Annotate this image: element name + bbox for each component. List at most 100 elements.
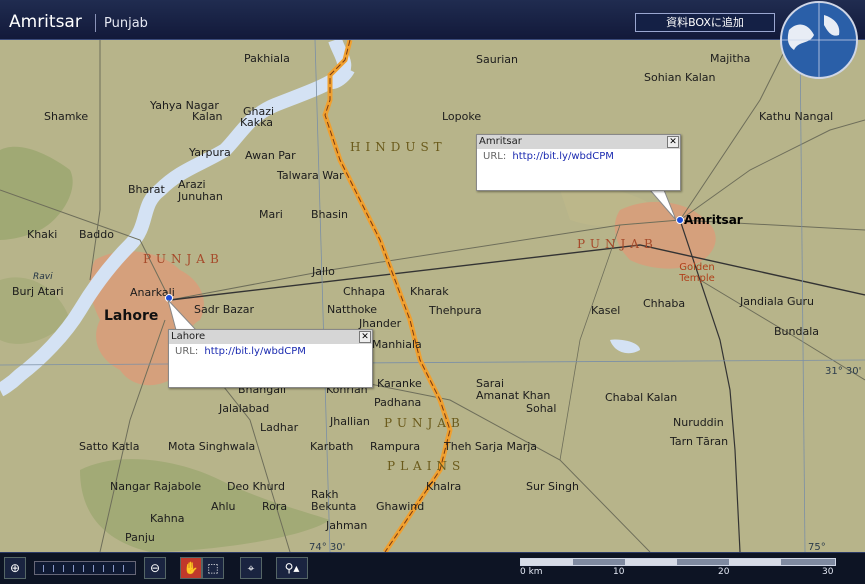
- town-label: Mari: [259, 208, 283, 221]
- hand-icon[interactable]: ✋: [180, 557, 202, 579]
- header-bar: Amritsar Punjab 資料BOXに追加: [0, 0, 865, 40]
- popup-title: Amritsar: [477, 135, 680, 149]
- town-label: Shamke: [44, 110, 89, 123]
- town-label: Panju: [125, 531, 155, 544]
- town-label: Nuruddin: [673, 416, 724, 429]
- city-label-amritsar: Amritsar: [684, 213, 743, 227]
- town-label: Junuhan: [178, 190, 223, 203]
- close-icon[interactable]: ✕: [667, 136, 679, 148]
- url-label: URL:: [483, 151, 507, 162]
- globe-overview[interactable]: [779, 0, 859, 80]
- town-label: Sohal: [526, 402, 557, 415]
- town-label: Bundala: [774, 325, 820, 338]
- map-view[interactable]: Pakhiala Saurian Majitha Sohian Kalan Sh…: [0, 40, 865, 552]
- town-label: Ghawind: [376, 500, 425, 513]
- popup-url-row: URL: http://bit.ly/wbdCPM: [169, 344, 372, 357]
- town-label: Kharak: [410, 285, 449, 298]
- url-link[interactable]: http://bit.ly/wbdCPM: [512, 151, 613, 162]
- town-label: Thehpura: [429, 304, 482, 317]
- town-label: Bhasin: [311, 208, 349, 221]
- zoom-tick: [43, 565, 44, 572]
- town-label: Jahman: [326, 519, 368, 532]
- town-label: Lopoke: [442, 110, 482, 123]
- scale-label: 10: [613, 567, 625, 577]
- location-marker-lahore[interactable]: [165, 294, 173, 302]
- town-label: Nangar Rajabole: [110, 480, 202, 493]
- location-marker-amritsar[interactable]: [676, 216, 684, 224]
- zoom-out-icon[interactable]: ⊖: [144, 557, 166, 579]
- popup-title: Lahore: [169, 330, 372, 344]
- town-label: Ahlu: [211, 500, 236, 513]
- town-label: Burj Atari: [12, 285, 64, 298]
- town-label: Pakhiala: [244, 52, 290, 65]
- region-label: PUNJAB: [384, 416, 465, 430]
- town-label: Kahna: [150, 512, 185, 525]
- town-label: Jallo: [312, 265, 335, 278]
- zoom-tick: [123, 565, 124, 572]
- town-label: Tarn Tāran: [670, 435, 729, 448]
- add-to-box-button[interactable]: 資料BOXに追加: [635, 13, 775, 32]
- town-label: Jalalabad: [219, 402, 270, 415]
- city-label-lahore: Lahore: [104, 308, 159, 324]
- town-label: Chhapa: [343, 285, 386, 298]
- zoom-tick: [53, 565, 54, 572]
- town-label: Rampura: [370, 440, 421, 453]
- town-label: Manhiala: [372, 338, 422, 351]
- zoom-tick: [93, 565, 94, 572]
- town-label: Kathu Nangal: [759, 110, 834, 123]
- scale-bar: [520, 558, 836, 566]
- town-label: Sadr Bazar: [194, 303, 255, 316]
- town-label: Kasel: [591, 304, 621, 317]
- town-label: Sohian Kalan: [644, 71, 716, 84]
- town-label: Talwara War: [277, 169, 344, 182]
- scale-seg: [521, 559, 573, 565]
- region-title: Punjab: [104, 16, 148, 31]
- town-label: Sur Singh: [526, 480, 579, 493]
- town-label: Yarpura: [189, 146, 231, 159]
- town-label: Awan Par: [245, 149, 296, 162]
- zoom-slider[interactable]: [34, 561, 136, 575]
- scale-seg: [625, 559, 677, 565]
- town-label: Deo Khurd: [227, 480, 285, 493]
- select-icon[interactable]: ⬚: [202, 557, 224, 579]
- url-link[interactable]: http://bit.ly/wbdCPM: [204, 346, 305, 357]
- town-label: Ladhar: [260, 421, 299, 434]
- zoom-tick: [83, 565, 84, 572]
- town-label: Mota Singhwala: [168, 440, 256, 453]
- pin-icon[interactable]: ⚲▴: [276, 557, 308, 579]
- region-label: PUNJAB: [143, 252, 224, 266]
- latitude-label: 31° 30': [825, 366, 862, 377]
- close-icon[interactable]: ✕: [359, 331, 371, 343]
- town-label: Karanke: [377, 377, 422, 390]
- town-label: Chabal Kalan: [605, 391, 678, 404]
- town-label: Padhana: [374, 396, 422, 409]
- town-label: Amanat Khan: [476, 389, 551, 402]
- town-label: Rora: [262, 500, 288, 513]
- town-label: Chhaba: [643, 297, 686, 310]
- town-label: Khalra: [426, 480, 462, 493]
- scale-label: 20: [718, 567, 730, 577]
- url-label: URL:: [175, 346, 199, 357]
- header-divider: [95, 14, 96, 32]
- scale-label: 30: [822, 567, 834, 577]
- popup-amritsar: Amritsar ✕ URL: http://bit.ly/wbdCPM: [476, 134, 681, 191]
- popup-lahore: Lahore ✕ URL: http://bit.ly/wbdCPM: [168, 329, 373, 388]
- scale-seg: [729, 559, 781, 565]
- zoom-in-icon[interactable]: ⊕: [4, 557, 26, 579]
- region-label: PLAINS: [387, 459, 466, 473]
- town-label: Majitha: [710, 52, 751, 65]
- town-label: Natthoke: [327, 303, 378, 316]
- longitude-label: 74° 30': [309, 542, 346, 552]
- town-label: Kalan: [192, 110, 223, 123]
- town-label: Bharat: [128, 183, 165, 196]
- landmark-label: Golden Temple: [679, 262, 715, 284]
- town-label: Kakka: [240, 116, 274, 129]
- zoom-tick: [73, 565, 74, 572]
- town-label: Khaki: [27, 228, 58, 241]
- town-label: Jandiala Guru: [740, 295, 815, 308]
- city-title: Amritsar: [9, 12, 82, 32]
- popup-url-row: URL: http://bit.ly/wbdCPM: [477, 149, 680, 162]
- town-label: Theh Sarja Marja: [444, 440, 538, 453]
- target-icon[interactable]: ⌖: [240, 557, 262, 579]
- river-label: Ravi: [33, 272, 53, 282]
